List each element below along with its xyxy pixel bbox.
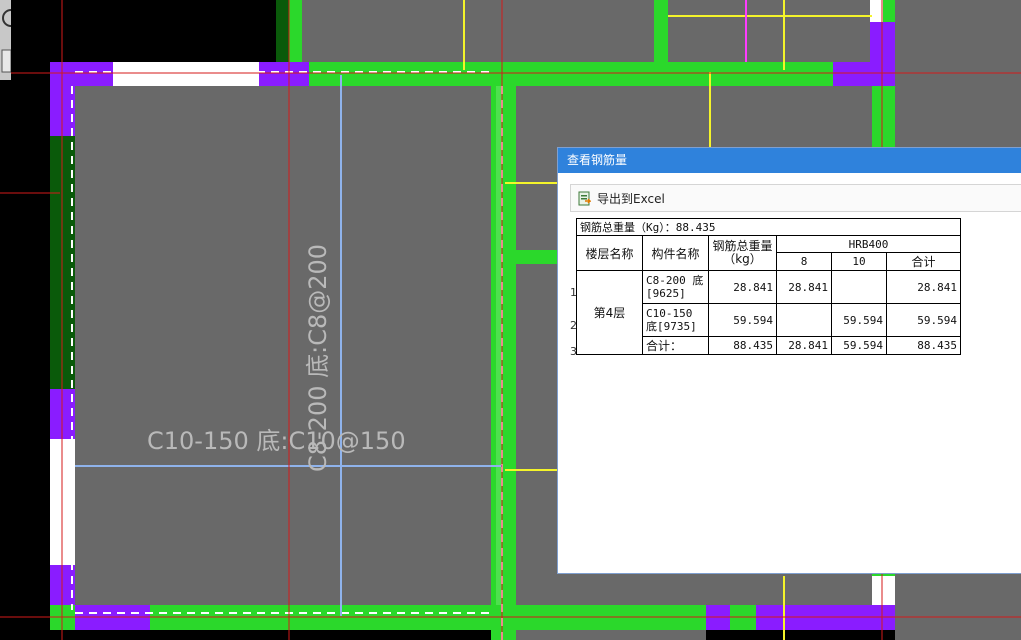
floor-name-cell[interactable]: 第4层 [576,270,643,355]
main-slab [75,86,491,605]
rebar-table-container: 1 2 3 钢筋总重量（Kg）：88.435 楼层名称 构件名称 钢筋总重量（k… [568,218,1021,578]
right-white [872,576,895,606]
header-diameter-8[interactable]: 8 [776,252,832,271]
col-top-left [50,62,113,86]
inner-wall-h [516,250,561,264]
subtotal-cell[interactable]: 28.841 [886,270,961,304]
header-grade[interactable]: HRB400 [776,235,961,253]
d10-cell[interactable]: 59.594 [831,336,887,355]
excel-export-icon [578,191,591,205]
total-cell[interactable]: 59.594 [708,303,777,337]
bottom-slab [516,630,706,640]
rebar-label-horizontal: C10-150 底:C10@150 [147,427,406,455]
side-toolbar-icon[interactable] [0,0,11,80]
d10-cell[interactable]: 59.594 [831,303,887,337]
top-wall-white [113,62,259,86]
member-cell[interactable]: C10-150 底[9735] [642,303,709,337]
dialog-toolbar: 导出到Excel [570,184,1021,212]
dialog-title[interactable]: 查看钢筋量 [558,148,1021,173]
mid-wall-light [496,86,502,640]
header-floor[interactable]: 楼层名称 [576,235,643,271]
export-excel-button[interactable]: 导出到Excel [578,188,665,208]
total-cell[interactable]: 28.841 [708,270,777,304]
bottom-wall-tail [491,630,516,640]
d8-cell[interactable] [776,303,832,337]
header-subtotal[interactable]: 合计 [886,252,961,271]
rebar-quantity-dialog: 查看钢筋量 导出到Excel 1 2 3 钢筋总重量（Kg）：88.435 楼层… [557,147,1021,574]
wall-stub-green-2 [654,0,668,62]
export-excel-label: 导出到Excel [597,191,665,206]
subtotal-cell[interactable]: 88.435 [886,336,961,355]
rebar-label-vertical: C8-200 底:C8@200 [304,243,332,472]
rebar-table: 钢筋总重量（Kg）：88.435 楼层名称 构件名称 钢筋总重量（kg） HRB… [576,218,961,355]
d10-cell[interactable] [831,270,887,304]
col-top-mid [259,62,309,86]
header-member[interactable]: 构件名称 [642,235,709,271]
member-cell[interactable]: C8-200 底[9625] [642,270,709,304]
total-cell[interactable]: 88.435 [708,336,777,355]
dialog-body: 导出到Excel 1 2 3 钢筋总重量（Kg）：88.435 楼层名称 构件名… [568,176,1021,563]
upper-slab-right [668,0,872,62]
col-top-right [833,62,895,86]
mid-wall [491,62,516,640]
member-cell[interactable]: 合计： [642,336,709,355]
white-cap-top-right [870,0,883,22]
header-diameter-10[interactable]: 10 [831,252,887,271]
header-total-weight[interactable]: 钢筋总重量（kg） [708,235,777,271]
d8-cell[interactable]: 28.841 [776,270,832,304]
upper-slab-left [302,0,654,62]
d8-cell[interactable]: 28.841 [776,336,832,355]
total-weight-summary: 钢筋总重量（Kg）：88.435 [576,218,961,236]
wall-stub-green-1 [289,0,302,62]
subtotal-cell[interactable]: 59.594 [886,303,961,337]
